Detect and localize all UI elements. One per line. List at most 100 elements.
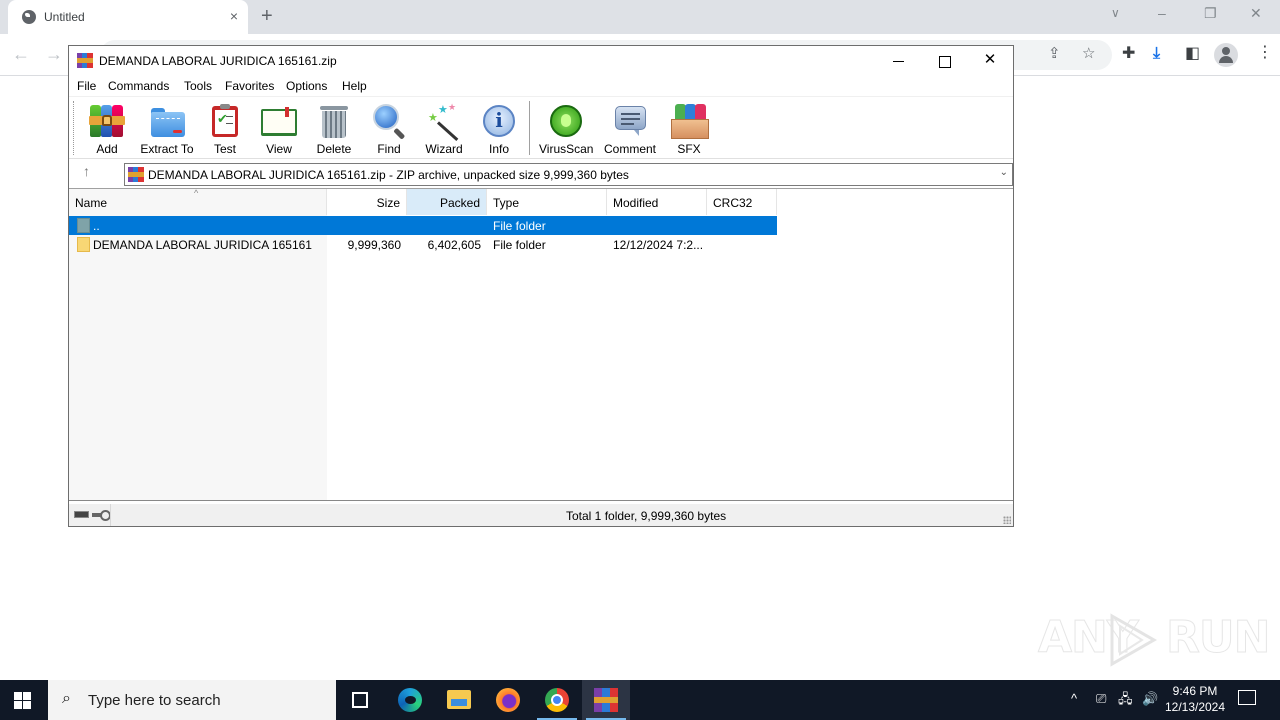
taskbar-winrar[interactable]	[582, 680, 630, 720]
browser-tab-strip: Untitled × + ∨ – ❐ ✕	[0, 0, 1280, 34]
row-packed: 6,402,605	[427, 238, 481, 252]
menu-options[interactable]: Options	[286, 79, 327, 93]
table-row[interactable]: DEMANDA LABORAL JURIDICA 165161 9,999,36…	[69, 235, 777, 254]
notification-center-icon[interactable]	[1238, 690, 1256, 705]
meet-now-icon[interactable]: ⎚	[1096, 690, 1106, 708]
toolbar-grip[interactable]	[73, 101, 75, 155]
task-view-icon	[352, 692, 368, 708]
extract-to-button[interactable]: Extract To	[139, 103, 195, 157]
browser-minimize-button[interactable]: –	[1158, 5, 1166, 21]
archive-icon	[128, 167, 144, 182]
taskbar-chrome[interactable]	[533, 680, 581, 720]
network-icon[interactable]: 🖧	[1118, 690, 1133, 708]
comment-bubble-icon	[612, 103, 648, 139]
row-type: File folder	[493, 219, 546, 233]
column-header-packed[interactable]: Packed	[407, 189, 487, 215]
column-headers: Name ^ Size Packed Type Modified CRC32	[69, 188, 777, 215]
clock-time: 9:46 PM	[1172, 684, 1218, 698]
table-row-parent[interactable]: .. File folder	[69, 216, 777, 235]
menu-tools[interactable]: Tools	[184, 79, 212, 93]
task-view-button[interactable]	[336, 680, 384, 720]
taskbar-search[interactable]: ⌕ Type here to search	[48, 680, 336, 720]
side-panel-icon[interactable]: ◧	[1185, 45, 1200, 63]
row-name: ..	[93, 219, 100, 233]
column-header-size[interactable]: Size	[327, 189, 407, 215]
new-tab-button[interactable]: +	[261, 5, 273, 27]
globe-icon	[22, 10, 36, 24]
view-label: View	[266, 142, 292, 156]
taskbar-edge[interactable]	[386, 680, 434, 720]
column-header-modified[interactable]: Modified	[607, 189, 707, 215]
find-button[interactable]: Find	[370, 103, 408, 157]
chevron-down-icon[interactable]: ⌄	[1000, 167, 1008, 178]
virusscan-label: VirusScan	[539, 142, 594, 156]
extensions-icon[interactable]: ✚	[1122, 45, 1135, 63]
delete-button[interactable]: Delete	[315, 103, 353, 157]
file-list[interactable]: Name ^ Size Packed Type Modified CRC32 .…	[69, 188, 1013, 501]
menu-bar: File Commands Tools Favorites Options He…	[69, 76, 1013, 96]
browser-restore-button[interactable]: ❐	[1204, 5, 1217, 22]
maximize-button[interactable]	[929, 51, 959, 71]
parent-folder-icon	[77, 218, 90, 233]
magic-wand-icon: ★ ★ ★	[426, 103, 462, 142]
toolbar-separator	[529, 101, 530, 155]
browser-close-button[interactable]: ✕	[1250, 5, 1262, 22]
test-clipboard-icon: ✔	[207, 103, 243, 139]
start-button[interactable]	[14, 692, 31, 709]
test-button[interactable]: ✔ Test	[206, 103, 244, 157]
tab-search-chevron-icon[interactable]: ∨	[1111, 6, 1120, 20]
column-header-crc32[interactable]: CRC32	[707, 189, 777, 215]
anyrun-logo-icon	[1110, 613, 1158, 667]
menu-help[interactable]: Help	[342, 79, 367, 93]
window-title: DEMANDA LABORAL JURIDICA 165161.zip	[99, 54, 337, 68]
up-folder-button[interactable]: ↑	[83, 163, 90, 179]
taskbar-firefox[interactable]	[484, 680, 532, 720]
search-placeholder: Type here to search	[88, 692, 221, 709]
bookmark-star-icon[interactable]: ☆	[1082, 46, 1095, 62]
taskbar-file-explorer[interactable]	[435, 680, 483, 720]
minimize-button[interactable]	[884, 51, 914, 71]
info-button[interactable]: i Info	[480, 103, 518, 157]
column-header-name[interactable]: Name ^	[69, 188, 327, 215]
comment-button[interactable]: Comment	[602, 103, 658, 157]
row-type: File folder	[493, 238, 546, 252]
wizard-button[interactable]: ★ ★ ★ Wizard	[425, 103, 463, 157]
add-label: Add	[96, 142, 118, 156]
trash-can-icon	[316, 103, 352, 139]
profile-avatar-icon[interactable]	[1214, 43, 1238, 67]
volume-icon[interactable]: 🔊	[1142, 690, 1158, 708]
drive-icon[interactable]	[74, 511, 89, 518]
info-label: Info	[488, 142, 509, 156]
wizard-label: Wizard	[425, 142, 463, 156]
share-icon[interactable]: ⇪	[1048, 46, 1061, 62]
close-button[interactable]: ✕	[975, 51, 1005, 71]
resize-grip[interactable]	[1003, 516, 1011, 524]
menu-commands[interactable]: Commands	[108, 79, 169, 93]
add-button[interactable]: Add	[88, 103, 126, 157]
virusscan-button[interactable]: VirusScan	[539, 103, 593, 157]
forward-button[interactable]: →	[45, 44, 63, 64]
clock[interactable]: 9:46 PM 12/13/2024	[1160, 683, 1230, 715]
key-icon[interactable]	[92, 509, 111, 521]
virus-scan-icon	[548, 103, 584, 139]
row-size: 9,999,360	[347, 238, 401, 252]
winrar-titlebar[interactable]: DEMANDA LABORAL JURIDICA 165161.zip ✕	[69, 46, 1013, 76]
menu-file[interactable]: File	[77, 79, 96, 93]
sfx-button[interactable]: SFX	[670, 103, 709, 157]
tab-title: Untitled	[44, 10, 85, 24]
browser-tab[interactable]: Untitled ×	[8, 0, 248, 34]
clock-date: 12/13/2024	[1164, 700, 1226, 714]
download-icon[interactable]: ⤓	[1153, 45, 1160, 63]
browser-menu-icon[interactable]: ⋮	[1257, 44, 1273, 62]
tab-close-button[interactable]: ×	[230, 8, 238, 24]
edge-icon	[398, 688, 422, 712]
tray-overflow-chevron-icon[interactable]: ^	[1071, 690, 1077, 708]
firefox-icon	[496, 688, 520, 712]
view-button[interactable]: View	[259, 103, 299, 157]
back-button[interactable]: ←	[12, 44, 30, 64]
column-header-type[interactable]: Type	[487, 189, 607, 215]
path-combobox[interactable]: DEMANDA LABORAL JURIDICA 165161.zip - ZI…	[124, 163, 1013, 186]
menu-favorites[interactable]: Favorites	[225, 79, 274, 93]
row-modified: 12/12/2024 7:2...	[613, 238, 704, 252]
winrar-icon	[594, 688, 618, 712]
